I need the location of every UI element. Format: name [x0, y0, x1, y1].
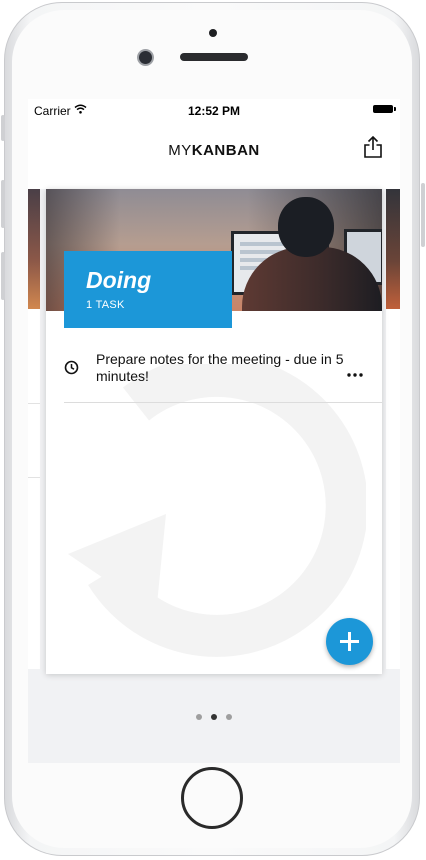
battery-tip — [394, 107, 396, 111]
share-icon[interactable] — [363, 135, 383, 163]
clock-icon — [64, 360, 79, 380]
volume-down-button — [1, 252, 5, 300]
home-button[interactable] — [181, 767, 243, 829]
page-dot[interactable] — [196, 714, 202, 720]
cover-person-head — [278, 197, 334, 257]
add-task-button[interactable] — [326, 618, 373, 665]
proximity-sensor — [209, 29, 217, 37]
next-list-image — [386, 189, 400, 309]
list-title: Doing — [86, 267, 152, 293]
list-header[interactable]: Doing 1 TASK — [64, 251, 232, 328]
silent-switch — [1, 115, 5, 141]
task-divider — [64, 402, 382, 403]
power-button — [421, 183, 425, 247]
app-title-prefix: MY — [168, 142, 192, 159]
app-screen: Carrier 12:52 PM MYKANBAN Doing 1 TASK P… — [28, 99, 400, 763]
list-card-doing: Doing 1 TASK Prepare notes for the meeti… — [46, 189, 382, 674]
app-title: MYKANBAN — [28, 142, 400, 159]
front-camera — [139, 51, 152, 64]
page-dot[interactable] — [226, 714, 232, 720]
more-icon[interactable] — [347, 364, 363, 382]
app-title-main: KANBAN — [191, 142, 260, 159]
page-indicator[interactable] — [193, 714, 235, 722]
battery-icon — [373, 105, 393, 113]
refresh-watermark-icon — [66, 354, 368, 674]
previous-list-divider — [28, 403, 40, 404]
earpiece-speaker — [180, 53, 248, 61]
next-list-card[interactable] — [386, 189, 400, 669]
plus-icon — [348, 632, 351, 651]
status-time: 12:52 PM — [187, 104, 241, 118]
previous-list-card[interactable] — [28, 189, 40, 669]
previous-list-image — [28, 189, 40, 309]
task-item[interactable]: Prepare notes for the meeting - due in 5… — [64, 343, 382, 403]
volume-up-button — [1, 180, 5, 228]
page-dot-active[interactable] — [211, 714, 217, 720]
status-bar: Carrier 12:52 PM — [28, 99, 400, 119]
task-text: Prepare notes for the meeting - due in 5… — [96, 351, 344, 384]
previous-list-divider — [28, 477, 40, 478]
task-count: 1 TASK — [86, 299, 125, 311]
